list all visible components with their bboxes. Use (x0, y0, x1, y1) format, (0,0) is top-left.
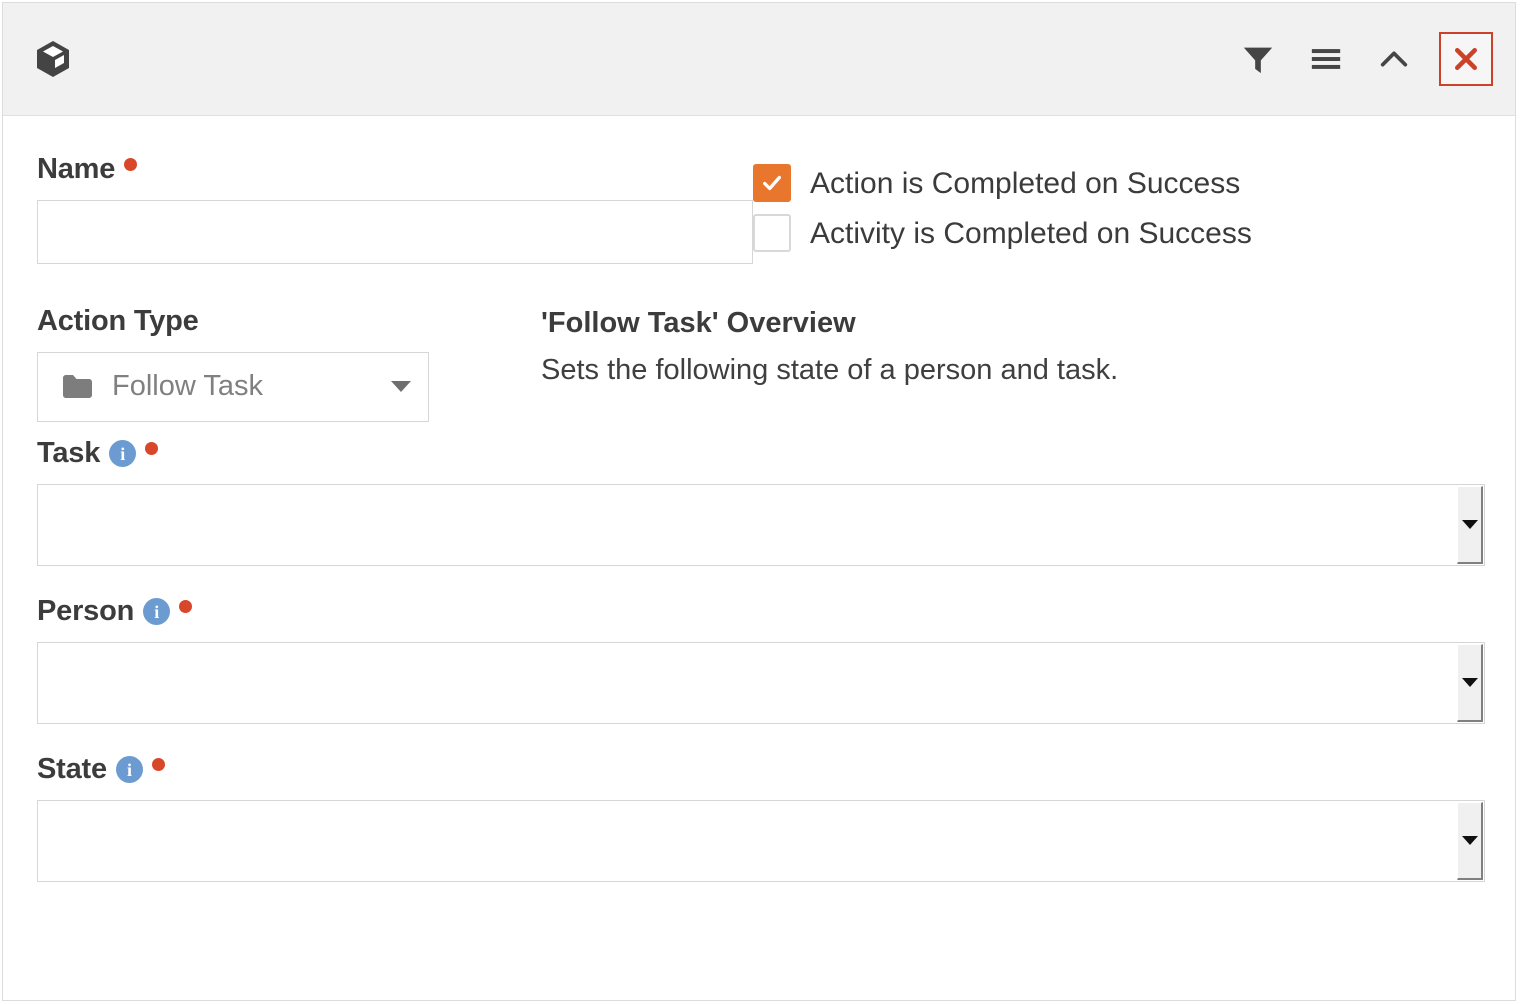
checkbox-activity-completed[interactable] (753, 214, 791, 252)
close-icon[interactable] (1439, 32, 1493, 86)
state-field-group: State i (37, 752, 1485, 882)
name-and-options-row: Name Action is Completed on Success Acti… (37, 153, 1481, 264)
chevron-down-icon (390, 380, 412, 393)
name-field-group: Name (37, 153, 753, 264)
state-listbox[interactable] (37, 799, 1485, 882)
action-type-and-overview-row: Action Type Follow Task 'Follow Task' Ov… (37, 305, 1481, 422)
window-titlebar (3, 3, 1515, 116)
menu-icon[interactable] (1303, 36, 1349, 82)
checkbox-row-action-completed[interactable]: Action is Completed on Success (753, 164, 1481, 202)
person-field-group: Person i (37, 594, 1485, 724)
action-type-label: Action Type (37, 305, 199, 337)
window-toolbar (1235, 32, 1493, 86)
dialog-window: Name Action is Completed on Success Acti… (2, 2, 1516, 1001)
required-indicator (151, 757, 165, 771)
info-icon[interactable]: i (115, 756, 143, 784)
action-type-selected-value: Follow Task (112, 370, 263, 403)
person-scrollbar[interactable] (1457, 643, 1483, 722)
checkbox-row-activity-completed[interactable]: Activity is Completed on Success (753, 214, 1481, 252)
info-icon[interactable]: i (109, 440, 137, 468)
filter-icon[interactable] (1235, 36, 1281, 82)
state-label-row: State i (37, 752, 1481, 786)
person-label: Person (37, 594, 135, 627)
folder-icon (62, 374, 93, 399)
checkbox-action-completed[interactable] (753, 164, 791, 202)
person-listbox[interactable] (37, 641, 1485, 724)
required-indicator (145, 441, 159, 455)
task-field-group: Task i (37, 436, 1485, 566)
chevron-down-icon[interactable] (1461, 677, 1478, 687)
task-scrollbar[interactable] (1457, 485, 1483, 564)
state-label: State (37, 752, 107, 785)
chevron-down-icon[interactable] (1461, 835, 1478, 845)
checkbox-label-action-completed: Action is Completed on Success (810, 166, 1241, 200)
action-type-select[interactable]: Follow Task (37, 351, 429, 422)
required-indicator (179, 599, 193, 613)
checkbox-label-activity-completed: Activity is Completed on Success (810, 216, 1252, 250)
task-listbox[interactable] (37, 483, 1485, 566)
action-type-group: Action Type Follow Task (37, 305, 541, 422)
task-label-row: Task i (37, 436, 1481, 470)
overview-panel: 'Follow Task' Overview Sets the followin… (541, 306, 1481, 388)
overview-title: 'Follow Task' Overview (541, 307, 856, 339)
box-cube-icon (33, 39, 73, 79)
dialog-content: Name Action is Completed on Success Acti… (3, 116, 1515, 1000)
overview-description: Sets the following state of a person and… (541, 353, 1119, 386)
task-label: Task (37, 436, 101, 469)
state-scrollbar[interactable] (1457, 801, 1483, 880)
page-title: Name (37, 153, 116, 185)
chevron-down-icon[interactable] (1461, 519, 1478, 529)
person-label-row: Person i (37, 594, 1481, 628)
info-icon[interactable]: i (143, 598, 171, 626)
options-group: Action is Completed on Success Activity … (753, 154, 1481, 264)
name-label-row: Name (37, 153, 753, 186)
name-input[interactable] (37, 199, 753, 264)
action-type-label-row: Action Type (37, 305, 541, 338)
chevron-up-icon[interactable] (1371, 36, 1417, 82)
required-indicator (124, 158, 138, 171)
